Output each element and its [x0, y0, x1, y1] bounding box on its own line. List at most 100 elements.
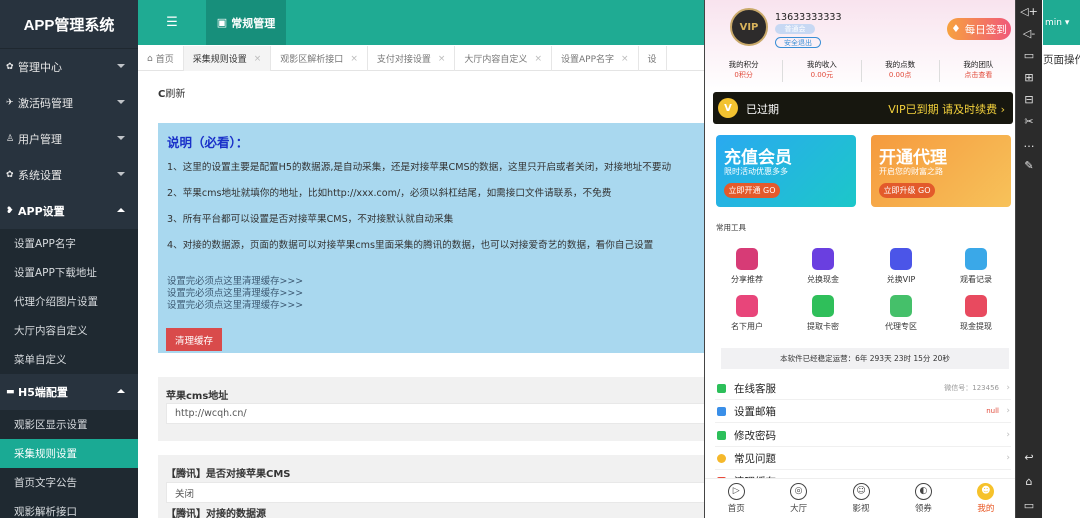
sidebar-item-h5-config[interactable]: ▬ H5端配置 [0, 374, 138, 410]
close-icon[interactable]: × [621, 54, 629, 64]
tool-label: 代理专区 [885, 322, 917, 331]
tab-hall-content[interactable]: 大厅内容自定义 × [455, 46, 552, 71]
volume-down-icon[interactable]: ◁- [1016, 22, 1042, 44]
scissors-icon[interactable]: ✂ [1016, 110, 1042, 132]
wallet-icon [965, 295, 987, 317]
list-item-customer-service[interactable]: 在线客服 微信号：123456 › [715, 377, 1011, 400]
stat-credits[interactable]: 我的点数 0.00点 [862, 60, 940, 82]
face-icon: ☺ [852, 483, 870, 500]
close-icon[interactable]: × [534, 54, 542, 64]
sidebar-subitem-menu-custom[interactable]: 菜单自定义 [0, 345, 138, 374]
vip-avatar: VIP [730, 8, 768, 46]
edit-icon[interactable]: ✎ [1016, 154, 1042, 176]
close-icon[interactable]: × [350, 54, 358, 64]
tool-exchange-vip[interactable]: 兑换VIP [871, 248, 931, 285]
list-item-email[interactable]: 设置邮箱 null › [715, 400, 1011, 423]
sidebar-item-label: 管理中心 [18, 61, 62, 74]
member-badge: 普通会 [775, 24, 815, 34]
banner-recharge[interactable]: 充值会员 限时活动优惠多多 立即开通 GO [716, 135, 856, 207]
diamond-icon: ♦ [951, 23, 961, 35]
list-label: 修改密码 [734, 429, 776, 442]
stat-income[interactable]: 我的收入 0.00元 [783, 60, 862, 82]
logout-button[interactable]: 安全退出 [775, 37, 821, 48]
stat-team[interactable]: 我的团队 点击查看 [940, 60, 1015, 82]
clear-cache-button[interactable]: 清理缓存 [166, 328, 222, 351]
tool-label: 兑换VIP [886, 275, 916, 284]
main-content: C刷新 说明（必看）： 1、这里的设置主要是配置H5的数据源,是自动采集，还是对… [138, 71, 704, 518]
tool-watch-history[interactable]: 观看记录 [946, 248, 1006, 285]
tab-parse-api[interactable]: 观影区解析接口 × [271, 46, 368, 71]
lock-icon[interactable]: ⊟ [1016, 88, 1042, 110]
screen-icon[interactable]: ▭ [1016, 44, 1042, 66]
tencent-cms-label: 【腾讯】是否对接苹果CMS [166, 469, 291, 480]
sidebar-subitem-parse-api[interactable]: 观影解析接口 [0, 497, 138, 518]
tab-app-name[interactable]: 设置APP名字 × [552, 46, 639, 71]
sidebar-subitem-agent-image[interactable]: 代理介绍图片设置 [0, 287, 138, 316]
recent-apps-icon[interactable]: ▭ [1016, 494, 1042, 516]
daily-checkin-button[interactable]: ♦ 每日签到 [947, 18, 1011, 40]
tool-share[interactable]: 分享推荐 [717, 248, 777, 285]
sidebar-item-app-settings[interactable]: ❥ APP设置 [0, 193, 138, 229]
close-icon[interactable]: × [438, 54, 446, 64]
menu-toggle-icon[interactable]: ☰ [138, 0, 206, 45]
header-tab-general[interactable]: ▣ 常规管理 [206, 0, 286, 45]
clear-cache-link[interactable]: 设置完必须点这里清理缓存>>> [167, 300, 303, 312]
more-icon[interactable]: … [1016, 132, 1042, 154]
sidebar-subitem-app-download[interactable]: 设置APP下载地址 [0, 258, 138, 287]
tab-collection-rules[interactable]: 采集规则设置 × [183, 46, 272, 71]
import-icon[interactable]: ⊞ [1016, 66, 1042, 88]
tabbar-movies[interactable]: ☺ 影视 [830, 479, 892, 518]
vip-renew-text: VIP已到期 请及时续费 [888, 103, 998, 116]
tool-label: 分享推荐 [731, 275, 763, 284]
clear-cache-link[interactable]: 设置完必须点这里清理缓存>>> [167, 288, 303, 300]
sidebar-item-activation-codes[interactable]: ✈ 激活码管理 [0, 85, 138, 121]
tool-agent-zone[interactable]: 代理专区 [871, 295, 931, 332]
page-operations-button[interactable]: 页面操作 [1043, 52, 1080, 67]
chevron-up-icon [117, 208, 125, 212]
header-tab-label: 常规管理 [231, 16, 276, 30]
home-icon: ⌂ [147, 53, 153, 64]
list-item-faq[interactable]: 常见问题 › [715, 447, 1011, 470]
tencent-cms-select[interactable]: 关闭 [166, 482, 704, 503]
sidebar-subitem-home-notice[interactable]: 首页文字公告 [0, 468, 138, 497]
back-icon[interactable]: ↩ [1016, 446, 1042, 468]
volume-up-icon[interactable]: ◁+ [1016, 0, 1042, 22]
refresh-button[interactable]: C刷新 [158, 85, 185, 100]
list-item-password[interactable]: 修改密码 › [715, 424, 1011, 447]
chevron-down-icon [117, 172, 125, 176]
vip-status-bar[interactable]: V 已过期 VIP已到期 请及时续费 › [713, 92, 1013, 124]
vip-expired-label: 已过期 [746, 103, 779, 116]
tabbar-hall[interactable]: ◎ 大厅 [767, 479, 829, 518]
sidebar-subitem-collection-rules[interactable]: 采集规则设置 [0, 439, 138, 468]
sidebar-subitem-hall-content[interactable]: 大厅内容自定义 [0, 316, 138, 345]
phone-preview: VIP 13633333333 普通会 安全退出 ♦ 每日签到 我的积分 0积分 我… [704, 0, 1016, 518]
user-icon: ♙ [6, 134, 15, 144]
home-icon[interactable]: ⌂ [1016, 470, 1042, 492]
sidebar-item-management-center[interactable]: ✿ 管理中心 [0, 49, 138, 85]
tool-withdraw[interactable]: 现金提现 [946, 295, 1006, 332]
sidebar-item-users[interactable]: ♙ 用户管理 [0, 121, 138, 157]
tool-extract-card[interactable]: 提取卡密 [793, 295, 853, 332]
sidebar-subitem-app-name[interactable]: 设置APP名字 [0, 229, 138, 258]
sidebar-item-system-settings[interactable]: ✿ 系统设置 [0, 157, 138, 193]
tab-payment[interactable]: 支付对接设置 × [368, 46, 456, 71]
cms-url-input[interactable]: http://wcqh.cn/ [166, 403, 704, 424]
clear-cache-link[interactable]: 设置完必须点这里清理缓存>>> [167, 276, 303, 288]
tool-exchange-cash[interactable]: 兑换现金 [793, 248, 853, 285]
tabbar-mine[interactable]: ☻ 我的 [955, 479, 1015, 518]
tabbar-home[interactable]: ▷ 首页 [705, 479, 767, 518]
tab-label: 大厅内容自定义 [464, 55, 528, 65]
stat-value: 0.00元 [810, 71, 834, 79]
refresh-label: 刷新 [165, 89, 186, 100]
stat-points[interactable]: 我的积分 0积分 [705, 60, 784, 82]
tool-my-users[interactable]: 名下用户 [717, 295, 777, 332]
sidebar-subitem-viewing-display[interactable]: 观影区显示设置 [0, 410, 138, 439]
tabbar-coupons[interactable]: ◐ 领券 [892, 479, 954, 518]
tab-home[interactable]: ⌂ 首页 [138, 46, 184, 71]
admin-user-menu[interactable]: min ▾ [1043, 0, 1080, 45]
close-icon[interactable]: × [254, 54, 262, 64]
banner-button[interactable]: 立即开通 GO [724, 183, 780, 198]
tab-more[interactable]: 设 [639, 46, 667, 71]
banner-button[interactable]: 立即升级 GO [879, 183, 935, 198]
banner-agent[interactable]: 开通代理 开启您的财富之路 立即升级 GO [871, 135, 1011, 207]
